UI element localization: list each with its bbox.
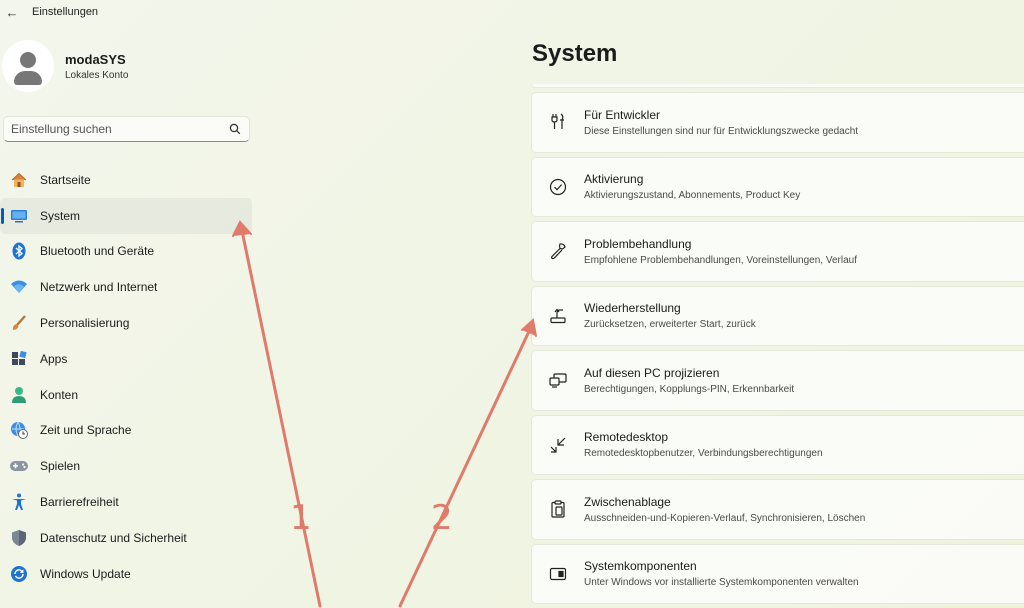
sidebar-nav: Startseite System Bluetooth und Geräte N…: [0, 162, 252, 592]
scrolled-card-edge: [531, 84, 1024, 88]
setting-description: Unter Windows vor installierte Systemkom…: [584, 577, 859, 589]
setting-title: Problembehandlung: [584, 236, 692, 251]
setting-title: Zwischenablage: [584, 494, 671, 509]
setting-description: Remotedesktopbenutzer, Verbindungsberech…: [584, 448, 823, 460]
apps-icon: [9, 349, 29, 369]
setting-row-entwickler[interactable]: Für Entwickler Diese Einstellungen sind …: [531, 92, 1024, 153]
sidebar-item-zeit-sprache[interactable]: Zeit und Sprache: [0, 413, 252, 449]
bluetooth-icon: [9, 241, 29, 261]
clipboard-icon: [548, 499, 568, 519]
setting-title: Remotedesktop: [584, 430, 669, 445]
recovery-icon: [548, 306, 568, 326]
sidebar-item-label: Datenschutz und Sicherheit: [40, 530, 187, 545]
sidebar-item-personalisierung[interactable]: Personalisierung: [0, 305, 252, 341]
update-icon: [9, 564, 29, 584]
sidebar-item-label: Apps: [40, 351, 68, 366]
sidebar-item-label: Personalisierung: [40, 316, 130, 331]
sidebar-item-spielen[interactable]: Spielen: [0, 448, 252, 484]
setting-description: Aktivierungszustand, Abonnements, Produc…: [584, 190, 801, 202]
setting-row-problembehandlung[interactable]: Problembehandlung Empfohlene Problembeha…: [531, 221, 1024, 282]
components-icon: [548, 564, 568, 584]
sidebar-item-label: Netzwerk und Internet: [40, 280, 158, 295]
home-icon: [9, 170, 29, 190]
avatar-icon: [2, 40, 54, 92]
sidebar-item-barrierefreiheit[interactable]: Barrierefreiheit: [0, 484, 252, 520]
sidebar-item-label: Konten: [40, 387, 79, 402]
setting-title: Für Entwickler: [584, 107, 661, 122]
setting-row-projizieren[interactable]: Auf diesen PC projizieren Berechtigungen…: [531, 350, 1024, 411]
account-icon: [9, 385, 29, 405]
setting-title: Auf diesen PC projizieren: [584, 365, 720, 380]
app-title: Einstellungen: [32, 6, 99, 18]
setting-description: Ausschneiden-und-Kopieren-Verlauf, Synch…: [584, 512, 866, 524]
wifi-icon: [9, 277, 29, 297]
sidebar-item-label: Windows Update: [40, 566, 131, 581]
setting-description: Berechtigungen, Kopplungs-PIN, Erkennbar…: [584, 383, 795, 395]
setting-title: Aktivierung: [584, 172, 644, 187]
globe-clock-icon: [9, 420, 29, 440]
system-icon: [9, 206, 29, 226]
setting-description: Diese Einstellungen sind nur für Entwick…: [584, 125, 859, 137]
setting-title: Systemkomponenten: [584, 559, 697, 574]
setting-description: Empfohlene Problembehandlungen, Voreinst…: [584, 254, 857, 266]
setting-title: Wiederherstellung: [584, 301, 681, 316]
page-title: System: [532, 40, 618, 67]
annotation-arrow-1: [239, 224, 322, 608]
wrench-icon: [548, 241, 568, 261]
sidebar-item-label: Barrierefreiheit: [40, 495, 119, 510]
setting-row-remotedesktop[interactable]: Remotedesktop Remotedesktopbenutzer, Ver…: [531, 414, 1024, 475]
sidebar-item-label: System: [40, 208, 81, 223]
setting-description: Zurücksetzen, erweiterter Start, zurück: [584, 319, 756, 331]
shield-icon: [9, 528, 29, 548]
sidebar-item-bluetooth[interactable]: Bluetooth und Geräte: [0, 234, 252, 270]
accessibility-icon: [9, 492, 29, 512]
sidebar-item-apps[interactable]: Apps: [0, 341, 252, 377]
check-circle-icon: [548, 177, 568, 197]
settings-list: Für Entwickler Diese Einstellungen sind …: [531, 84, 1024, 608]
sidebar-item-label: Zeit und Sprache: [40, 423, 132, 438]
sidebar-item-datenschutz[interactable]: Datenschutz und Sicherheit: [0, 520, 252, 556]
title-bar: ← Einstellungen: [0, 0, 1024, 24]
search-placeholder: Einstellung suchen: [11, 122, 112, 136]
search-input[interactable]: Einstellung suchen: [3, 116, 250, 142]
sidebar-item-system[interactable]: System: [0, 197, 252, 234]
setting-row-wiederherstellung[interactable]: Wiederherstellung Zurücksetzen, erweiter…: [531, 285, 1024, 346]
back-arrow-icon[interactable]: ←: [2, 5, 22, 20]
setting-row-aktivierung[interactable]: Aktivierung Aktivierungszustand, Abonnem…: [531, 156, 1024, 217]
sidebar-item-konten[interactable]: Konten: [0, 377, 252, 413]
setting-row-zwischenablage[interactable]: Zwischenablage Ausschneiden-und-Kopieren…: [531, 479, 1024, 540]
brush-icon: [9, 313, 29, 333]
sidebar-item-label: Bluetooth und Geräte: [40, 244, 155, 259]
sidebar-item-label: Startseite: [40, 172, 91, 187]
annotation-label-1: 1: [290, 498, 312, 538]
annotation-label-2: 2: [431, 498, 453, 538]
project-icon: [548, 370, 568, 390]
sidebar-item-startseite[interactable]: Startseite: [0, 162, 252, 198]
user-profile[interactable]: modaSYS Lokales Konto: [2, 40, 128, 92]
developer-tools-icon: [548, 112, 568, 132]
search-icon[interactable]: [221, 123, 249, 135]
user-name: modaSYS: [65, 51, 126, 67]
annotation-arrow-2: [398, 323, 534, 608]
sidebar-item-netzwerk[interactable]: Netzwerk und Internet: [0, 269, 252, 305]
sidebar-item-label: Spielen: [40, 459, 81, 474]
gamepad-icon: [9, 456, 29, 476]
setting-row-systemkomponenten[interactable]: Systemkomponenten Unter Windows vor inst…: [531, 543, 1024, 604]
remote-desktop-icon: [548, 435, 568, 455]
account-type: Lokales Konto: [65, 69, 129, 81]
sidebar-item-windows-update[interactable]: Windows Update: [0, 556, 252, 592]
